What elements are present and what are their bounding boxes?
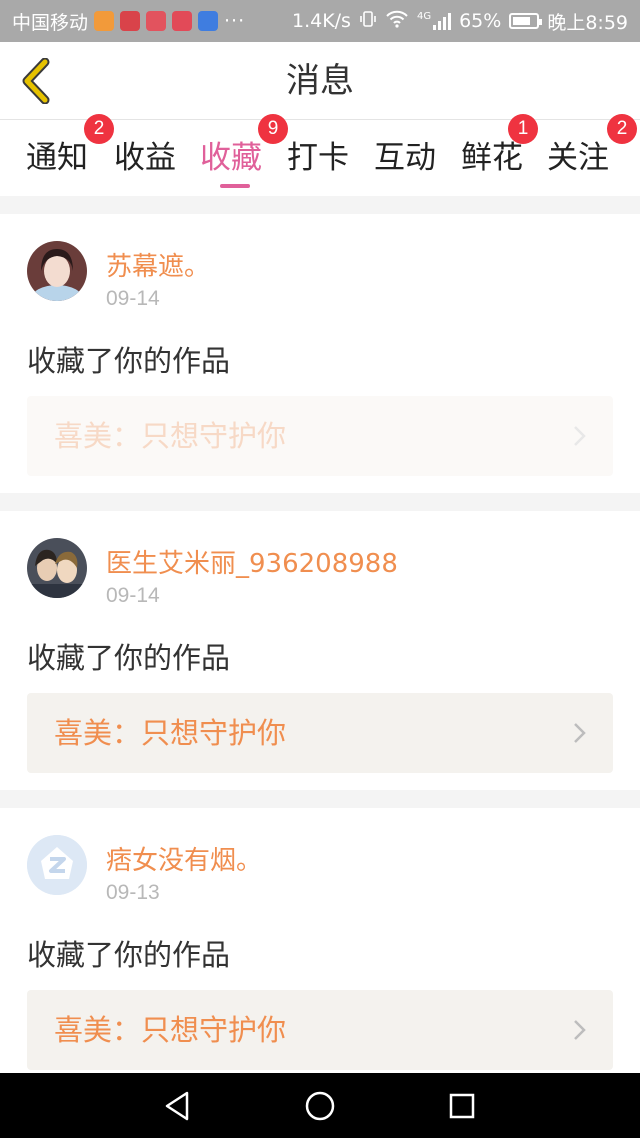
signal-icon: 4G [416,11,452,30]
message-date: 09-14 [106,584,160,607]
message-card: 痞女没有烟。 09-13 收藏了你的作品 喜美：只想守护你 [0,808,640,1073]
tab-bar: 通知 2 收益 收藏 9 打卡 互动 鲜花 1 关注 2 [0,114,640,196]
nav-recents-button[interactable] [443,1087,481,1125]
nav-home-button[interactable] [301,1087,339,1125]
tab-earnings[interactable]: 收益 [114,132,176,177]
username[interactable]: 医生艾米丽_936208988 [106,543,398,580]
tab-label: 互动 [374,140,436,176]
page-title: 消息 [286,61,354,101]
tab-label: 打卡 [287,140,349,176]
video-app-icon [94,11,115,31]
wifi-icon [385,10,409,33]
network-type: 4G [416,11,432,22]
work-title: 喜美：只想守护你 [54,419,287,453]
avatar[interactable] [27,538,87,598]
work-link[interactable]: 喜美：只想守护你 [27,990,613,1070]
message-card: 苏幕遮。 09-14 收藏了你的作品 喜美：只想守护你 [0,214,640,493]
unread-badge: 2 [607,114,637,144]
unread-badge: 1 [508,114,538,144]
chevron-right-icon [574,426,586,446]
work-title: 喜美：只想守护你 [54,1013,287,1047]
triangle-back-icon [165,1091,189,1121]
tab-follows[interactable]: 关注 2 [547,114,637,177]
status-bar: 中国移动 ··· 1.4K/s 4G 65% 晚上8:59 [0,0,640,42]
tab-notifications[interactable]: 通知 2 [26,114,114,177]
tab-label: 收益 [114,140,176,176]
network-speed: 1.4K/s [291,10,351,32]
message-date: 09-14 [106,287,160,310]
nav-back-button[interactable] [158,1087,196,1125]
carrier-label: 中国移动 [12,11,89,34]
square-recents-icon [449,1093,475,1119]
vibrate-icon [359,10,377,33]
tab-interactions[interactable]: 互动 [374,132,436,177]
tab-label: 鲜花 [461,140,523,176]
unread-badge: 9 [258,114,288,144]
tab-label: 关注 [547,140,609,176]
battery-percent: 65% [459,10,502,32]
active-tab-indicator [220,184,250,188]
message-text: 收藏了你的作品 [27,344,231,378]
chevron-right-icon [574,723,586,743]
circle-home-icon [305,1091,335,1121]
music-app-icon [146,11,167,31]
chevron-right-icon [574,1020,586,1040]
tab-flowers[interactable]: 鲜花 1 [461,114,538,177]
system-nav-bar [0,1073,640,1138]
unread-badge: 2 [84,114,114,144]
baidu-app-icon [198,11,219,31]
work-link[interactable]: 喜美：只想守护你 [27,693,613,773]
username[interactable]: 痞女没有烟。 [106,840,262,877]
more-notifications-icon: ··· [224,10,246,32]
battery-icon [509,13,543,29]
tab-favorites[interactable]: 收藏 9 [200,114,288,188]
message-text: 收藏了你的作品 [27,938,231,972]
username[interactable]: 苏幕遮。 [106,246,210,283]
tab-checkin[interactable]: 打卡 [287,132,349,177]
calendar-app-icon [172,11,193,31]
weibo-app-icon [120,11,141,31]
message-date: 09-13 [106,881,160,904]
avatar[interactable] [27,241,87,301]
message-text: 收藏了你的作品 [27,641,231,675]
work-link[interactable]: 喜美：只想守护你 [27,396,613,476]
tab-label: 收藏 [200,140,262,176]
clock: 晚上8:59 [547,11,628,34]
work-title: 喜美：只想守护你 [54,716,287,750]
header-bar: 消息 [0,42,640,120]
tab-label: 通知 [26,140,88,176]
avatar[interactable] [27,835,87,895]
message-card: 医生艾米丽_936208988 09-14 收藏了你的作品 喜美：只想守护你 [0,511,640,790]
